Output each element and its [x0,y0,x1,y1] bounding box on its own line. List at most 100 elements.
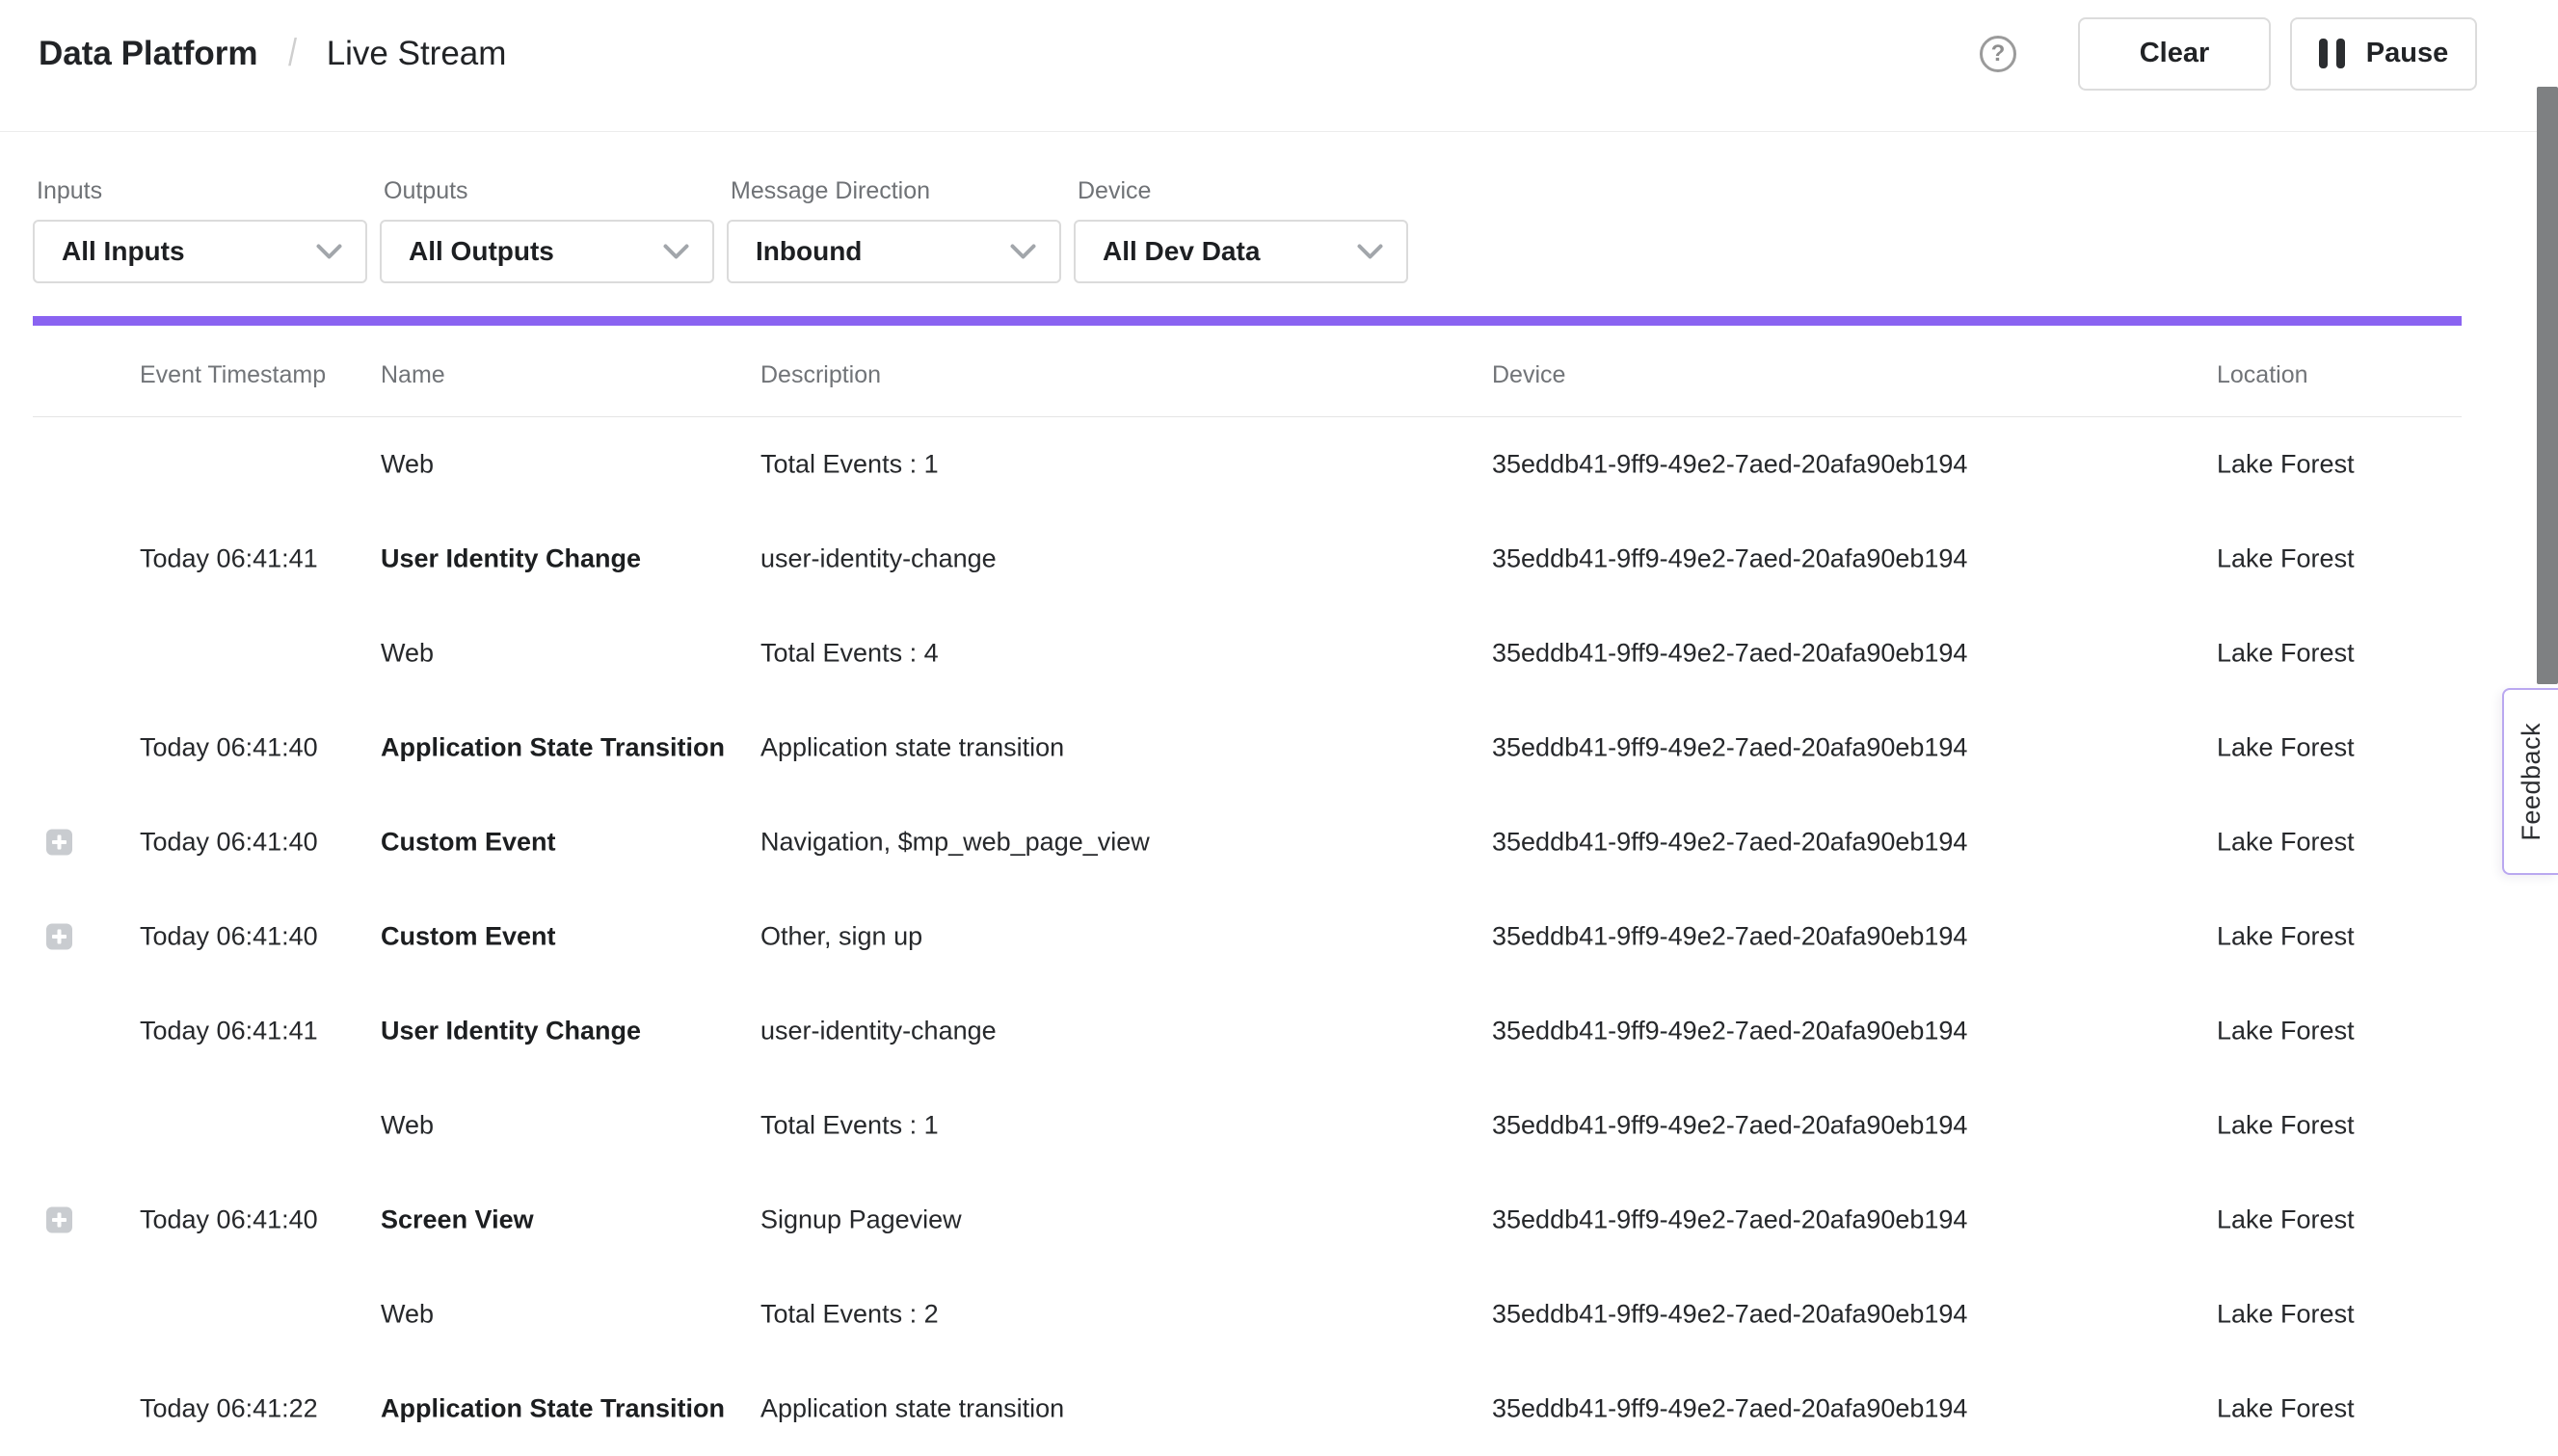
expand-button[interactable] [46,1207,72,1233]
cell-location: Lake Forest [2217,922,2355,952]
filter-outputs-label: Outputs [380,179,714,203]
cell-location: Lake Forest [2217,1111,2355,1141]
cell-location: Lake Forest [2217,639,2355,669]
table-row[interactable]: Today 06:41:40 Custom Event Navigation, … [0,795,2558,889]
cell-description: Total Events : 2 [760,1300,939,1330]
cell-device: 35eddb41-9ff9-49e2-7aed-20afa90eb194 [1492,544,1967,574]
event-list: Web Total Events : 1 35eddb41-9ff9-49e2-… [0,417,2558,1456]
chevron-down-icon [663,244,689,260]
cell-location: Lake Forest [2217,1394,2355,1424]
breadcrumb: Data Platform / Live Stream [39,32,506,75]
table-row[interactable]: Web Total Events : 1 35eddb41-9ff9-49e2-… [0,417,2558,512]
pause-button[interactable]: Pause [2290,17,2477,91]
filter-message-direction: Message Direction Inbound [727,179,1061,283]
table-row[interactable]: Web Total Events : 4 35eddb41-9ff9-49e2-… [0,606,2558,701]
clear-button[interactable]: Clear [2078,17,2271,91]
cell-timestamp: Today 06:41:40 [140,828,318,858]
cell-name: Screen View [381,1205,534,1235]
cell-device: 35eddb41-9ff9-49e2-7aed-20afa90eb194 [1492,733,1967,763]
cell-name: Web [381,450,434,480]
table-row[interactable]: Today 06:41:41 User Identity Change user… [0,984,2558,1078]
cell-timestamp: Today 06:41:40 [140,922,318,952]
cell-name: Web [381,1111,434,1141]
cell-device: 35eddb41-9ff9-49e2-7aed-20afa90eb194 [1492,1111,1967,1141]
pause-button-label: Pause [2366,38,2448,69]
scrollbar-track[interactable] [2537,0,2558,1432]
column-header-location: Location [2217,333,2308,416]
chevron-down-icon [1010,244,1036,260]
cell-device: 35eddb41-9ff9-49e2-7aed-20afa90eb194 [1492,450,1967,480]
cell-timestamp: Today 06:41:41 [140,544,318,574]
filter-message-direction-label: Message Direction [727,179,1061,203]
plus-icon [52,1213,67,1228]
column-header-event-timestamp: Event Timestamp [140,333,326,416]
table-row[interactable]: Web Total Events : 2 35eddb41-9ff9-49e2-… [0,1267,2558,1362]
cell-description: Total Events : 1 [760,1111,939,1141]
cell-description: Navigation, $mp_web_page_view [760,828,1150,858]
cell-name: Application State Transition [381,1394,725,1424]
cell-name: Web [381,1300,434,1330]
cell-location: Lake Forest [2217,828,2355,858]
cell-name: User Identity Change [381,544,641,574]
pause-icon [2319,39,2345,68]
cell-device: 35eddb41-9ff9-49e2-7aed-20afa90eb194 [1492,1300,1967,1330]
expand-button[interactable] [46,924,72,950]
cell-timestamp: Today 06:41:40 [140,1205,318,1235]
cell-description: user-identity-change [760,1017,997,1046]
accent-divider [33,316,2462,326]
cell-name: Custom Event [381,922,556,952]
cell-description: Application state transition [760,733,1064,763]
table-row[interactable]: Today 06:41:41 User Identity Change user… [0,512,2558,606]
page-header: Data Platform / Live Stream ? Clear Paus… [0,0,2558,132]
table-row[interactable]: Today 06:41:40 Custom Event Other, sign … [0,889,2558,984]
cell-description: Application state transition [760,1394,1064,1424]
cell-description: Signup Pageview [760,1205,962,1235]
table-row[interactable]: Today 06:41:22 Application State Transit… [0,1362,2558,1456]
cell-timestamp: Today 06:41:41 [140,1017,318,1046]
breadcrumb-live-stream: Live Stream [327,35,507,73]
filter-message-direction-select[interactable]: Inbound [727,220,1061,283]
cell-location: Lake Forest [2217,1205,2355,1235]
cell-location: Lake Forest [2217,1017,2355,1046]
filter-device-value: All Dev Data [1103,236,1260,267]
filter-device-label: Device [1074,179,1408,203]
filter-inputs-label: Inputs [33,179,367,203]
table-header: Event Timestamp Name Description Device … [0,333,2558,416]
filter-outputs: Outputs All Outputs [380,179,714,283]
cell-device: 35eddb41-9ff9-49e2-7aed-20afa90eb194 [1492,1205,1967,1235]
chevron-down-icon [1357,244,1383,260]
filter-outputs-select[interactable]: All Outputs [380,220,714,283]
filter-device: Device All Dev Data [1074,179,1408,283]
cell-description: Other, sign up [760,922,922,952]
cell-device: 35eddb41-9ff9-49e2-7aed-20afa90eb194 [1492,1017,1967,1046]
cell-description: user-identity-change [760,544,997,574]
cell-location: Lake Forest [2217,544,2355,574]
cell-device: 35eddb41-9ff9-49e2-7aed-20afa90eb194 [1492,922,1967,952]
table-row[interactable]: Web Total Events : 1 35eddb41-9ff9-49e2-… [0,1078,2558,1173]
cell-name: Custom Event [381,828,556,858]
cell-description: Total Events : 4 [760,639,939,669]
cell-timestamp: Today 06:41:22 [140,1394,318,1424]
cell-location: Lake Forest [2217,1300,2355,1330]
cell-device: 35eddb41-9ff9-49e2-7aed-20afa90eb194 [1492,1394,1967,1424]
filter-outputs-value: All Outputs [409,236,554,267]
cell-name: User Identity Change [381,1017,641,1046]
breadcrumb-separator: / [288,32,297,75]
table-row[interactable]: Today 06:41:40 Application State Transit… [0,701,2558,795]
cell-name: Application State Transition [381,733,725,763]
column-header-device: Device [1492,333,1565,416]
scrollbar-thumb[interactable] [2537,87,2558,684]
column-header-description: Description [760,333,881,416]
filter-inputs-select[interactable]: All Inputs [33,220,367,283]
filter-message-direction-value: Inbound [756,236,862,267]
help-icon[interactable]: ? [1980,36,2016,72]
cell-description: Total Events : 1 [760,450,939,480]
table-row[interactable]: Today 06:41:40 Screen View Signup Pagevi… [0,1173,2558,1267]
filter-device-select[interactable]: All Dev Data [1074,220,1408,283]
cell-timestamp: Today 06:41:40 [140,733,318,763]
cell-device: 35eddb41-9ff9-49e2-7aed-20afa90eb194 [1492,639,1967,669]
filter-inputs-value: All Inputs [62,236,185,267]
breadcrumb-data-platform[interactable]: Data Platform [39,35,258,73]
expand-button[interactable] [46,830,72,856]
filter-inputs: Inputs All Inputs [33,179,367,283]
